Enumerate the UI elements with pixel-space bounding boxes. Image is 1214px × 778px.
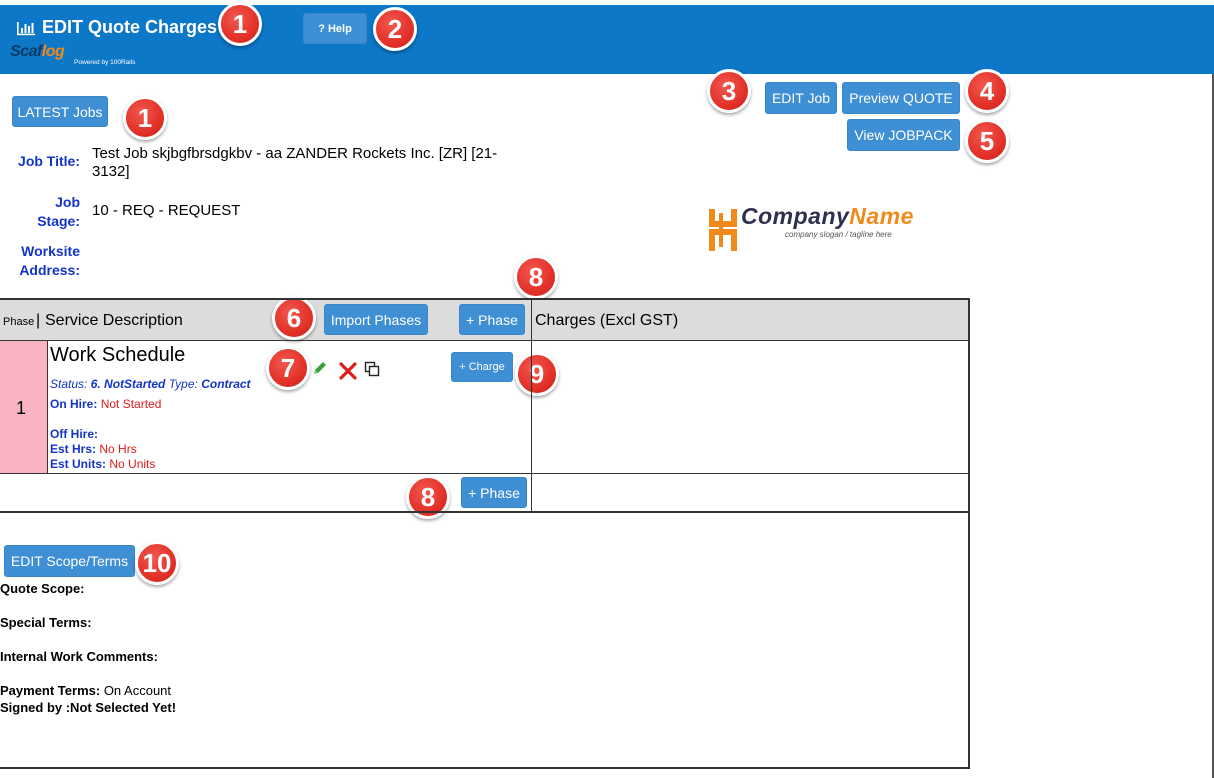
header-bar: EDIT Quote Charges Scaflog Powered by 10… [0, 5, 1214, 74]
bar-chart-icon [17, 21, 35, 35]
logo-powered-by: Powered by 100Rails [74, 59, 136, 66]
est-units-line: Est Units: No Units [50, 457, 156, 471]
job-stage-value: 10 - REQ - REQUEST [92, 202, 241, 219]
phase-col-divider [47, 341, 48, 473]
quote-scope-label: Quote Scope: [0, 581, 85, 596]
table-row-divider [0, 473, 969, 474]
company-slogan: company slogan / tagline here [785, 230, 892, 239]
add-phase-button-bottom[interactable]: + Phase [461, 477, 527, 508]
special-terms-label: Special Terms: [0, 615, 92, 630]
job-title-value: Test Job skjbgfbrsdgkbv - aa ZANDER Rock… [92, 145, 498, 180]
badge-1-latest-jobs: 1 [123, 96, 167, 140]
badge-6-import-phases: 6 [272, 296, 316, 340]
off-hire-line: Off Hire: [50, 427, 98, 441]
est-hrs-line: Est Hrs: No Hrs [50, 442, 137, 456]
edit-job-button[interactable]: EDIT Job [765, 82, 837, 114]
signed-by-line: Signed by :Not Selected Yet! [0, 700, 177, 715]
scaflog-logo: Scaflog Powered by 100Rails [10, 43, 150, 71]
badge-10-edit-scope: 10 [135, 541, 179, 585]
phase-number: 1 [16, 398, 27, 418]
on-hire-line: On Hire: Not Started [50, 397, 162, 411]
badge-9-add-charge: 9 [515, 352, 559, 396]
badge-4-preview-quote: 4 [965, 69, 1009, 113]
job-title-label: Job Title: [18, 153, 80, 169]
phase-column-header: Phase [3, 316, 35, 328]
service-description-header: Service Description [45, 312, 183, 329]
charges-column-header: Charges (Excl GST) [535, 312, 679, 329]
table-border-right [968, 298, 970, 769]
table-header-divider [0, 340, 969, 341]
badge-7-phase-actions: 7 [266, 346, 310, 390]
badge-3-edit-job: 3 [707, 69, 751, 113]
latest-jobs-button[interactable]: LATEST Jobs [12, 96, 108, 127]
company-logo: CompanyName company slogan / tagline her… [705, 203, 955, 255]
badge-1-title: 1 [218, 2, 262, 46]
phase-status-line: Status: 6. NotStarted Type: Contract [50, 377, 251, 391]
logo-wordmark: Scaflog [10, 43, 65, 60]
phase-name: Work Schedule [50, 344, 186, 366]
edit-scope-terms-button[interactable]: EDIT Scope/Terms [4, 545, 135, 577]
help-button[interactable]: ? Help [303, 13, 367, 44]
import-phases-button[interactable]: Import Phases [324, 304, 428, 335]
page-title-text: EDIT Quote Charges [42, 17, 218, 37]
charges-col-divider [531, 299, 532, 512]
add-phase-button-top[interactable]: + Phase [459, 304, 525, 335]
badge-8-add-phase-top: 8 [514, 255, 558, 299]
internal-comments-label: Internal Work Comments: [0, 649, 158, 664]
badge-2-help: 2 [373, 7, 417, 51]
page-title: EDIT Quote Charges [16, 17, 217, 38]
payment-terms-line: Payment Terms: On Account [0, 683, 172, 698]
table-row-divider-2 [0, 511, 969, 513]
view-jobpack-button[interactable]: View JOBPACK [847, 119, 960, 151]
column-separator: | [36, 312, 41, 329]
duplicate-icon[interactable] [364, 361, 380, 377]
table-border-top [0, 298, 969, 300]
badge-5-view-jobpack: 5 [965, 119, 1009, 163]
edit-pencil-icon[interactable] [312, 360, 328, 376]
add-charge-button[interactable]: + Charge [451, 352, 513, 382]
worksite-address-label: Worksite Address: [19, 243, 80, 278]
delete-x-icon[interactable] [338, 361, 358, 381]
company-name: CompanyName [741, 203, 914, 229]
preview-quote-button[interactable]: Preview QUOTE [842, 82, 960, 114]
job-stage-label: Job Stage: [37, 194, 80, 229]
table-border-bottom [0, 767, 969, 769]
